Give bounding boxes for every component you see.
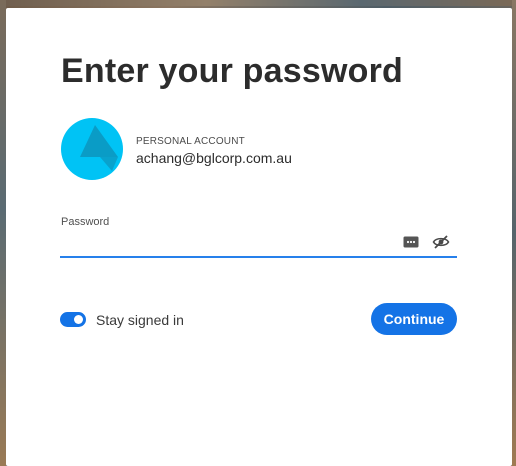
avatar bbox=[60, 117, 124, 181]
password-underline bbox=[60, 256, 457, 258]
page-title: Enter your password bbox=[61, 52, 403, 90]
background-image-top bbox=[0, 0, 516, 6]
stay-signed-in-label: Stay signed in bbox=[96, 312, 184, 328]
eye-slash-icon[interactable] bbox=[432, 234, 450, 250]
password-label: Password bbox=[61, 216, 110, 228]
password-input[interactable] bbox=[60, 232, 456, 257]
toggle-knob bbox=[74, 315, 83, 324]
sign-in-card: Enter your password PERSONAL ACCOUNT ach… bbox=[6, 8, 512, 466]
background-image-right bbox=[512, 0, 516, 466]
account-type-label: PERSONAL ACCOUNT bbox=[136, 136, 245, 147]
stay-signed-in-toggle[interactable] bbox=[60, 312, 86, 327]
account-email: achang@bglcorp.com.au bbox=[136, 150, 292, 166]
keychain-dots-icon[interactable] bbox=[403, 235, 419, 249]
continue-button[interactable]: Continue bbox=[371, 303, 457, 335]
avatar-logo-icon bbox=[61, 118, 123, 180]
